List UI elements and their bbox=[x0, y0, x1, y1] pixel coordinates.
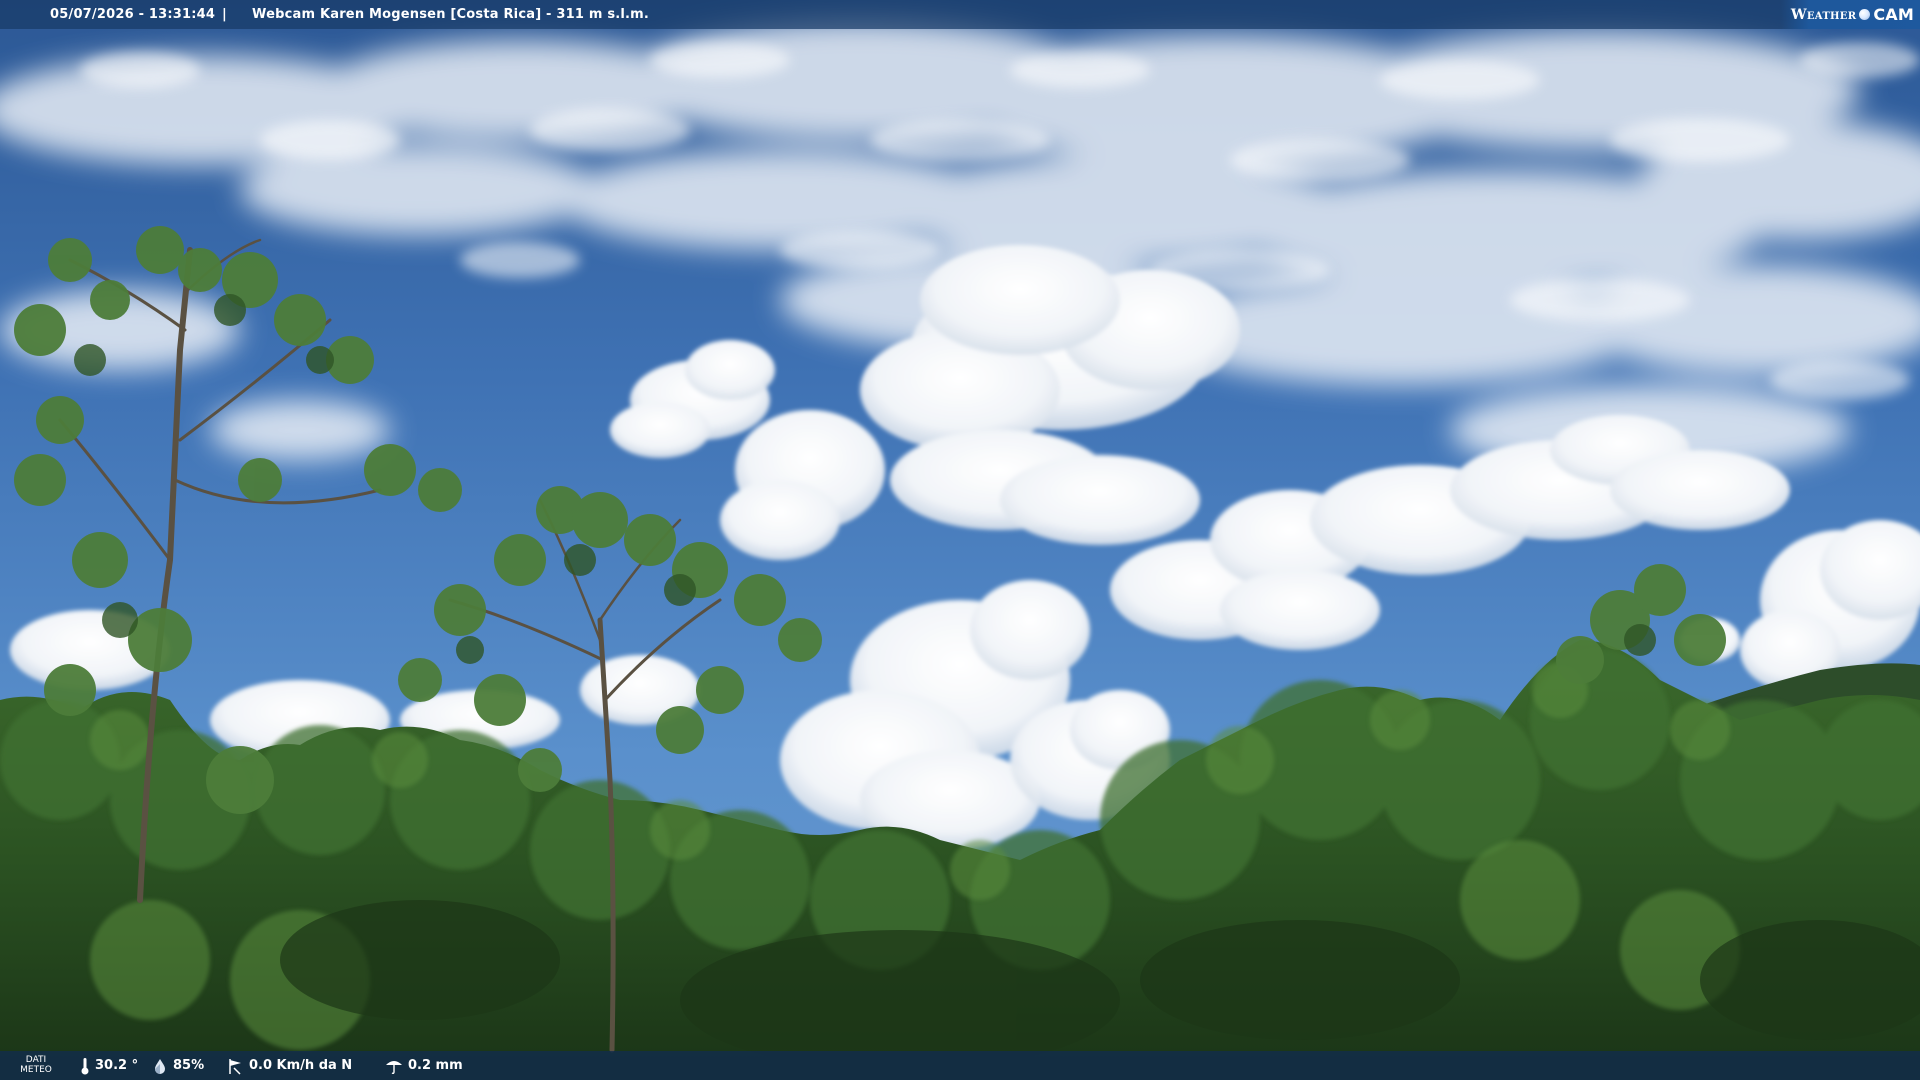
droplet-icon bbox=[155, 1058, 165, 1074]
webcam-view: 05/07/2026 - 13:31:44 | Webcam Karen Mog… bbox=[0, 0, 1920, 1080]
temperature-value: 30.2 ° bbox=[95, 1058, 139, 1073]
timestamp: 05/07/2026 - 13:31:44 bbox=[50, 7, 216, 22]
weather-data-bar: DATI METEO 30.2 ° 85% 0.0 Km/h da N 0.2 … bbox=[0, 1051, 1920, 1080]
meteo-label-line2: METEO bbox=[20, 1065, 52, 1075]
wind-value: 0.0 Km/h da N bbox=[249, 1058, 353, 1073]
wind-reading: 0.0 Km/h da N bbox=[226, 1051, 352, 1080]
weathercam-logo: Weather CAM bbox=[1780, 0, 1920, 29]
humidity-reading: 85% bbox=[152, 1051, 204, 1080]
rain-value: 0.2 mm bbox=[408, 1058, 463, 1073]
meteo-label-line1: DATI bbox=[25, 1055, 47, 1065]
logo-cam-text: CAM bbox=[1873, 5, 1914, 24]
meteo-label: DATI METEO bbox=[20, 1055, 52, 1075]
top-info-bar: 05/07/2026 - 13:31:44 | Webcam Karen Mog… bbox=[0, 0, 1920, 29]
thermometer-icon bbox=[81, 1057, 89, 1074]
temperature-reading: 30.2 ° bbox=[80, 1051, 138, 1080]
humidity-value: 85% bbox=[173, 1058, 205, 1073]
webcam-image bbox=[0, 0, 1920, 1080]
separator: | bbox=[222, 7, 227, 22]
rain-reading: 0.2 mm bbox=[385, 1051, 463, 1080]
logo-weather-text: Weather bbox=[1790, 6, 1857, 23]
webcam-title: Webcam Karen Mogensen [Costa Rica] - 311… bbox=[252, 7, 650, 22]
rain-icon bbox=[386, 1060, 402, 1074]
logo-dot-icon bbox=[1859, 9, 1871, 20]
wind-icon bbox=[229, 1058, 241, 1075]
